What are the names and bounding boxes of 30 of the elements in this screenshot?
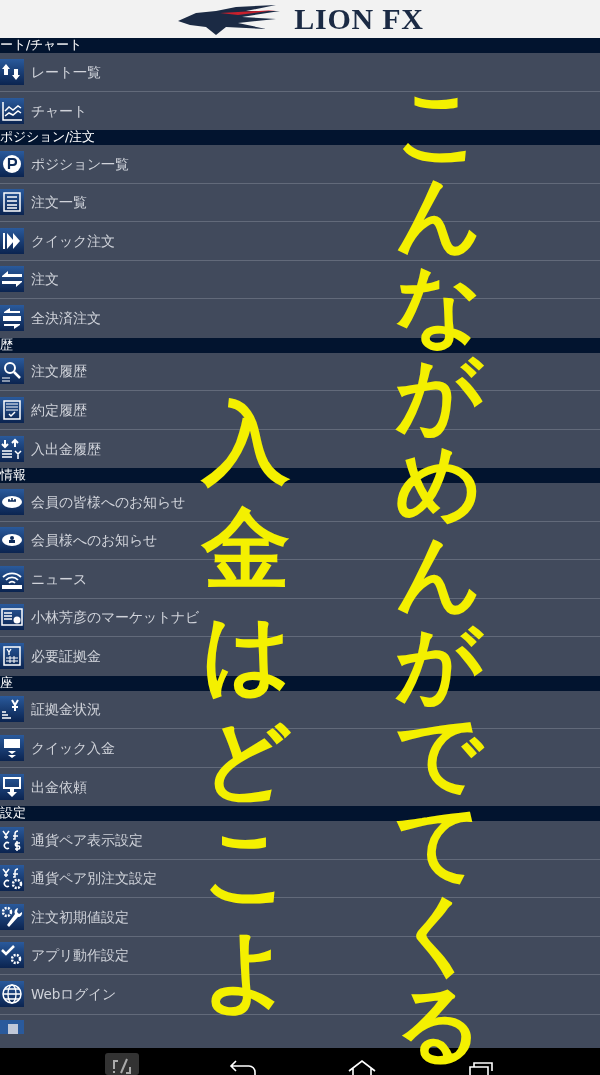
back-icon[interactable] — [227, 1059, 258, 1075]
magnifier-icon — [0, 358, 24, 385]
wifi-news-icon — [0, 565, 24, 592]
gear-wrench-icon — [0, 903, 24, 930]
monitor-down-icon — [0, 734, 24, 761]
person-bubble-icon — [0, 527, 24, 554]
yen-arrows-icon — [0, 435, 24, 462]
check-sheet-icon — [0, 396, 24, 423]
check-gear-icon — [0, 942, 24, 969]
logo-text: LION FX — [294, 4, 424, 34]
settle-arrows-icon — [0, 305, 24, 332]
home-icon[interactable] — [346, 1059, 377, 1075]
yen-bars-icon — [0, 696, 24, 723]
section-header: 座 — [0, 676, 13, 690]
section-header: 歴 — [0, 338, 13, 352]
currency-gear-icon — [0, 865, 24, 892]
fast-forward-icon — [0, 227, 24, 254]
list-icon — [0, 189, 24, 216]
section-header: 設定 — [0, 807, 26, 820]
section-header: ート/チャート — [0, 39, 83, 52]
line-chart-icon — [0, 97, 24, 124]
yen-calculator-icon — [0, 643, 24, 670]
swap-arrows-icon — [0, 266, 24, 293]
speech-bubble-icon — [0, 488, 24, 515]
section-header: ポジション/注文 — [0, 131, 96, 144]
currency-symbols-icon — [0, 826, 24, 853]
section-header: 情報 — [0, 469, 26, 482]
globe-icon — [0, 981, 24, 1008]
arrows-icon — [0, 58, 24, 85]
screenshot-edit-icon[interactable] — [104, 1053, 139, 1075]
